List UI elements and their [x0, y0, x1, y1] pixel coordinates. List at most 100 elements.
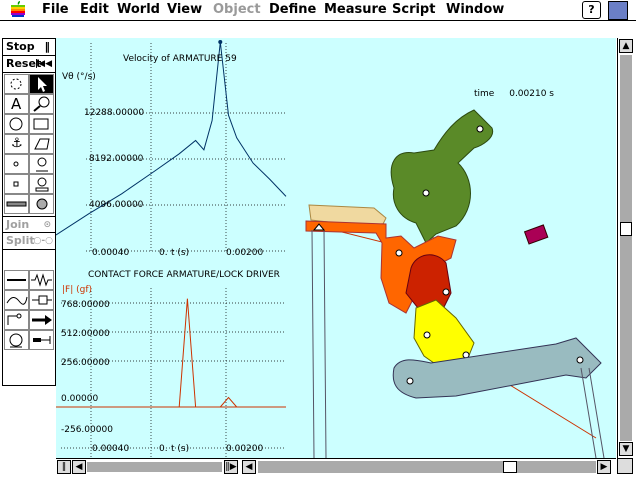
- scroll-down-arrow-icon[interactable]: ▼: [619, 442, 633, 456]
- force-ytick-label: 512.00000: [61, 329, 110, 339]
- force-graph-ylabel: |F| (gf): [62, 285, 93, 295]
- join-button-label: Join: [6, 218, 30, 231]
- tool-palette: Stop ‖ Reset |◀◀ A ⚓ Join ⊙ Split ○-○: [2, 38, 56, 386]
- reset-button[interactable]: Reset |◀◀: [3, 56, 55, 73]
- velocity-xlabel: t (s): [171, 248, 190, 258]
- playback-track[interactable]: [87, 462, 222, 472]
- slot-joint-tool-icon[interactable]: [29, 174, 54, 194]
- velocity-xtick-label: 0.00200: [226, 248, 264, 258]
- force-ytick-label: 256.00000: [61, 358, 110, 368]
- torque-tool-icon[interactable]: [4, 330, 29, 350]
- square-point-tool-icon[interactable]: [4, 174, 29, 194]
- green-lever-pivot: [476, 125, 484, 133]
- pause-icon: ‖: [44, 40, 51, 53]
- pause-playback-icon[interactable]: ‖: [57, 460, 71, 474]
- rectangle-tool-icon[interactable]: [29, 114, 54, 134]
- simulation-canvas[interactable]: Velocity of ARMATURE 59 Vθ (°/s) 12288.0…: [56, 38, 616, 458]
- time-readout: time 0.00210 s: [474, 89, 554, 99]
- spring-tool-icon[interactable]: [29, 270, 54, 290]
- rope-tool-icon[interactable]: [4, 290, 29, 310]
- damper-tool-icon[interactable]: [29, 290, 54, 310]
- rewind-icon: |◀◀: [34, 59, 52, 69]
- menu-define[interactable]: Define: [269, 2, 316, 17]
- yellow-lock-joint: [423, 331, 431, 339]
- motor-tool-icon[interactable]: [29, 330, 54, 350]
- menu-bar: File Edit World View Object Define Measu…: [0, 0, 636, 21]
- force-tool-icon[interactable]: [29, 310, 54, 330]
- actuator-tool-icon[interactable]: [4, 310, 29, 330]
- split-button[interactable]: Split ○-○: [3, 233, 55, 250]
- step-back-icon[interactable]: ◀: [72, 460, 86, 474]
- force-ytick-label: 768.00000: [61, 300, 110, 310]
- arrow-tool-icon[interactable]: [29, 74, 54, 94]
- menu-file[interactable]: File: [42, 2, 69, 17]
- polygon-tool-icon[interactable]: [29, 134, 54, 154]
- step-forward-icon[interactable]: ‖▶: [224, 460, 238, 474]
- velocity-ytick-label: 8192.00000: [89, 154, 144, 164]
- join-icon: ⊙: [43, 220, 51, 230]
- vertical-scroll-thumb[interactable]: [620, 221, 632, 236]
- vertical-scrollbar[interactable]: ▲ ▼: [617, 38, 634, 458]
- horizontal-scroll-track[interactable]: [258, 461, 596, 473]
- red-driver-joint: [442, 288, 450, 296]
- rod-tool-icon[interactable]: [4, 270, 29, 290]
- split-icon: ○-○: [33, 236, 53, 246]
- gear-tool-icon[interactable]: [29, 194, 54, 214]
- menu-world[interactable]: World: [117, 2, 160, 17]
- help-icon[interactable]: ?: [582, 1, 601, 19]
- left-guide-rods: [311, 229, 327, 458]
- velocity-peak-marker: [218, 39, 223, 44]
- force-xtick-label: 0.00040: [92, 444, 130, 454]
- force-xtick-label: 0.: [159, 444, 168, 454]
- stop-button[interactable]: Stop ‖: [3, 39, 55, 56]
- menu-measure[interactable]: Measure: [324, 2, 387, 17]
- force-xlabel: t (s): [171, 444, 190, 454]
- magenta-block-part[interactable]: [523, 224, 549, 245]
- menu-view[interactable]: View: [167, 2, 202, 17]
- menu-window[interactable]: Window: [446, 2, 504, 17]
- force-ytick-label: -256.00000: [61, 425, 113, 435]
- velocity-graph-title: Velocity of ARMATURE 59: [123, 54, 237, 64]
- velocity-ytick-label: 12288.00000: [84, 108, 145, 118]
- horizontal-scroll-thumb[interactable]: [502, 461, 517, 473]
- velocity-xtick-label: 0.00040: [92, 248, 130, 258]
- slate-frame-end-joint: [576, 356, 584, 364]
- finder-icon[interactable]: [608, 1, 628, 20]
- pin-joint-tool-icon[interactable]: [29, 154, 54, 174]
- velocity-xtick-label: 0.: [159, 248, 168, 258]
- velocity-graph-ylabel: Vθ (°/s): [62, 72, 96, 82]
- join-button[interactable]: Join ⊙: [3, 216, 55, 233]
- menu-script[interactable]: Script: [392, 2, 435, 17]
- scroll-left-arrow-icon[interactable]: ◀: [242, 460, 256, 474]
- point-tool-icon[interactable]: [4, 154, 29, 174]
- mechanism-assembly[interactable]: [305, 109, 605, 458]
- scroll-up-arrow-icon[interactable]: ▲: [619, 39, 633, 53]
- simulation-drawing: [56, 39, 605, 458]
- green-lever-joint: [422, 189, 430, 197]
- force-xtick-label: 0.00200: [226, 444, 264, 454]
- document-window: Stop ‖ Reset |◀◀ A ⚓ Join ⊙ Split ○-○ Ve…: [0, 21, 636, 481]
- anchor-tool-icon[interactable]: ⚓: [4, 134, 29, 154]
- time-readout-label: time: [474, 89, 495, 99]
- velocity-ytick-label: 4096.00000: [89, 200, 144, 210]
- stop-button-label: Stop: [6, 40, 35, 53]
- force-graph-title: CONTACT FORCE ARMATURE/LOCK DRIVER: [88, 270, 280, 280]
- vertical-scroll-track[interactable]: [620, 55, 632, 441]
- zoom-tool-icon[interactable]: [29, 94, 54, 114]
- menu-object[interactable]: Object: [213, 2, 261, 17]
- scroll-right-arrow-icon[interactable]: ▶: [597, 460, 611, 474]
- circle-tool-icon[interactable]: [4, 114, 29, 134]
- split-button-label: Split: [6, 234, 35, 247]
- track-tool-icon[interactable]: [4, 194, 29, 214]
- rotate-tool-icon[interactable]: [4, 74, 29, 94]
- right-guide-rods: [580, 367, 605, 458]
- slate-frame-joint: [406, 377, 414, 385]
- time-readout-value: 0.00210 s: [509, 89, 554, 99]
- text-tool-icon[interactable]: A: [4, 94, 29, 114]
- horizontal-scrollbar[interactable]: ‖ ◀ ‖▶ ◀ ▶: [56, 458, 616, 475]
- menu-edit[interactable]: Edit: [80, 2, 109, 17]
- apple-menu-icon[interactable]: [10, 1, 26, 18]
- window-titlebar: [0, 21, 636, 37]
- resize-grip-icon[interactable]: [617, 458, 633, 474]
- orange-armature-joint: [395, 249, 403, 257]
